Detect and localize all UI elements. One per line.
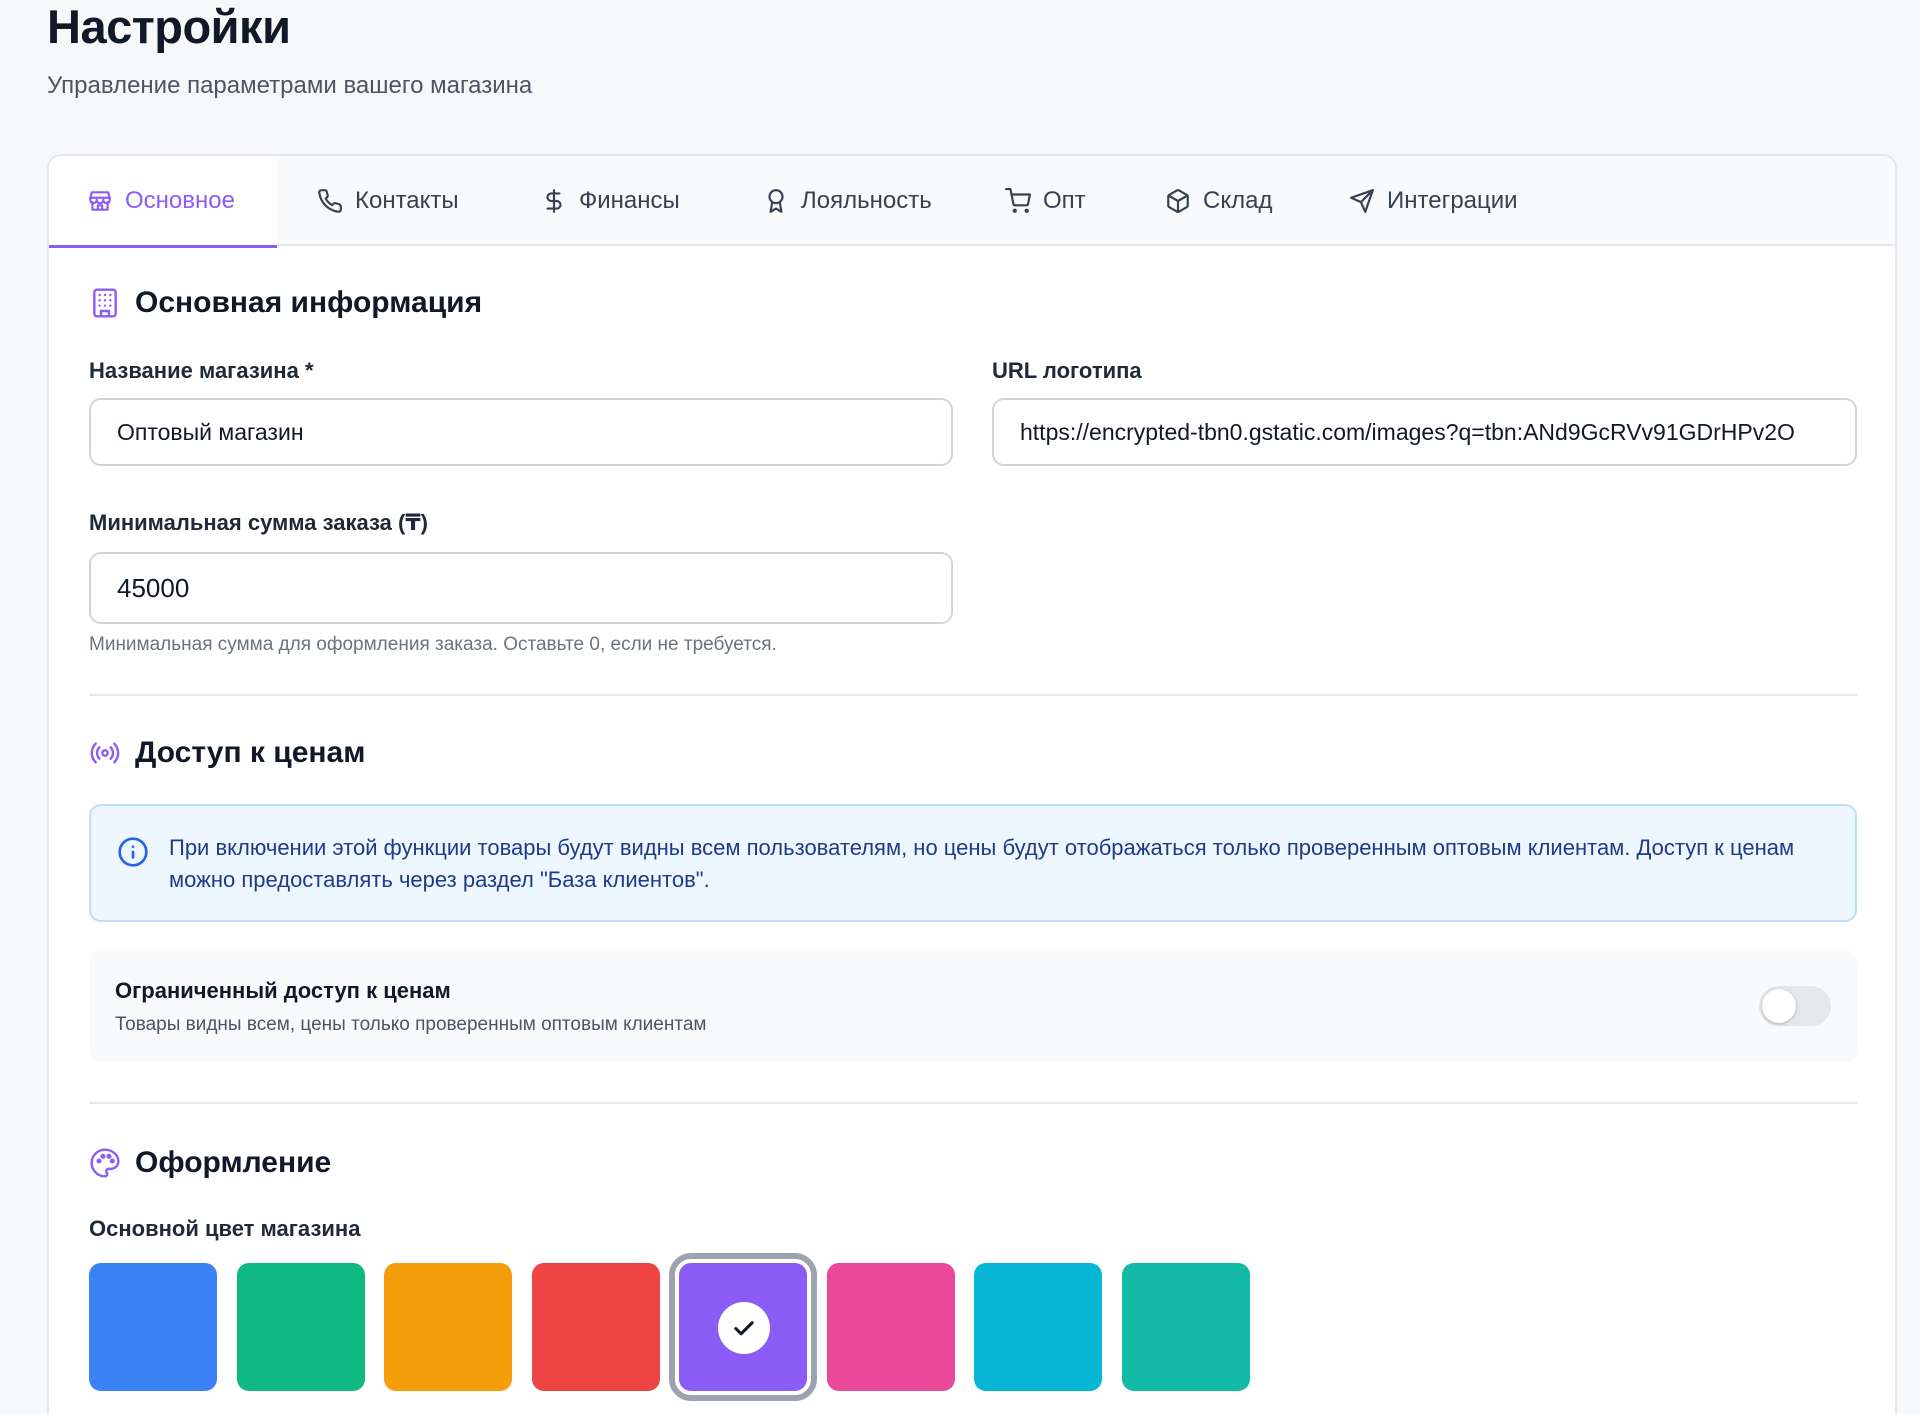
- color-swatch[interactable]: [974, 1263, 1102, 1391]
- tab-label: Лояльность: [801, 187, 932, 214]
- color-swatch[interactable]: [827, 1263, 955, 1391]
- section-price-access-title: Доступ к ценам: [89, 736, 365, 770]
- store-name-input[interactable]: Оптовый магазин: [89, 398, 953, 466]
- color-swatch[interactable]: [89, 1263, 217, 1391]
- tab-label: Интеграции: [1387, 187, 1518, 214]
- tab-basic[interactable]: Основное: [49, 156, 277, 248]
- color-swatch[interactable]: [237, 1263, 365, 1391]
- check-icon: [718, 1302, 770, 1354]
- color-swatch[interactable]: [532, 1263, 660, 1391]
- cart-icon: [1005, 188, 1031, 213]
- restricted-price-toggle-row: Ограниченный доступ к ценам Товары видны…: [89, 950, 1857, 1062]
- min-order-hint: Минимальная сумма для оформления заказа.…: [89, 634, 777, 655]
- tab-loyalty[interactable]: Лояльность: [763, 156, 932, 246]
- tab-label: Склад: [1203, 187, 1273, 214]
- tab-integrations[interactable]: Интеграции: [1349, 156, 1518, 246]
- logo-url-input[interactable]: https://encrypted-tbn0.gstatic.com/image…: [992, 398, 1857, 466]
- section-title-text: Доступ к ценам: [135, 736, 366, 769]
- award-icon: [768, 189, 784, 213]
- tab-contacts[interactable]: Контакты: [317, 156, 459, 246]
- tab-label: Контакты: [355, 187, 459, 214]
- min-order-label: Минимальная сумма заказа (₸): [89, 510, 428, 535]
- tab-label: Основное: [125, 187, 235, 214]
- color-swatch[interactable]: [669, 1253, 817, 1401]
- broadcast-icon: [90, 742, 120, 764]
- toggle-title: Ограниченный доступ к ценам: [115, 978, 451, 1003]
- section-title-text: Оформление: [135, 1146, 332, 1179]
- section-divider: [89, 694, 1857, 696]
- settings-card: Основное Контакты Финансы Лояльность Опт…: [47, 154, 1897, 1414]
- page-subtitle: Управление параметрами вашего магазина: [47, 72, 533, 99]
- info-icon: [118, 837, 148, 867]
- tab-finance[interactable]: Финансы: [541, 156, 680, 246]
- section-divider: [89, 1102, 1857, 1104]
- logo-url-label: URL логотипа: [992, 358, 1142, 383]
- section-appearance-title: Оформление: [89, 1146, 331, 1180]
- section-title-text: Основная информация: [135, 286, 483, 319]
- store-name-label: Название магазина *: [89, 358, 314, 383]
- color-swatch[interactable]: [1122, 1263, 1250, 1391]
- tab-label: Опт: [1043, 187, 1086, 214]
- dollar-icon: [546, 189, 562, 213]
- price-access-info-box: При включении этой функции товары будут …: [89, 804, 1857, 922]
- tab-label: Финансы: [579, 187, 680, 214]
- tab-wholesale[interactable]: Опт: [1005, 156, 1086, 246]
- switch-knob: [1762, 989, 1796, 1023]
- page-title: Настройки: [47, 0, 291, 53]
- send-icon: [1350, 189, 1374, 213]
- palette-icon: [90, 1148, 120, 1178]
- section-basic-info-title: Основная информация: [89, 286, 482, 320]
- info-text: При включении этой функции товары будут …: [169, 835, 1795, 892]
- main-color-label: Основной цвет магазина: [89, 1216, 361, 1241]
- phone-icon: [318, 189, 342, 213]
- restricted-price-switch[interactable]: [1759, 986, 1831, 1026]
- tab-bar: Основное Контакты Финансы Лояльность Опт…: [49, 156, 1895, 248]
- tab-warehouse[interactable]: Склад: [1165, 156, 1272, 246]
- settings-page: Настройки Управление параметрами вашего …: [0, 0, 1920, 1414]
- color-swatch[interactable]: [384, 1263, 512, 1391]
- toggle-description: Товары видны всем, цены только проверенн…: [115, 1014, 707, 1035]
- store-icon: [89, 191, 111, 211]
- min-order-input[interactable]: 45000: [89, 552, 953, 624]
- building-icon: [93, 288, 117, 318]
- package-icon: [1167, 189, 1189, 213]
